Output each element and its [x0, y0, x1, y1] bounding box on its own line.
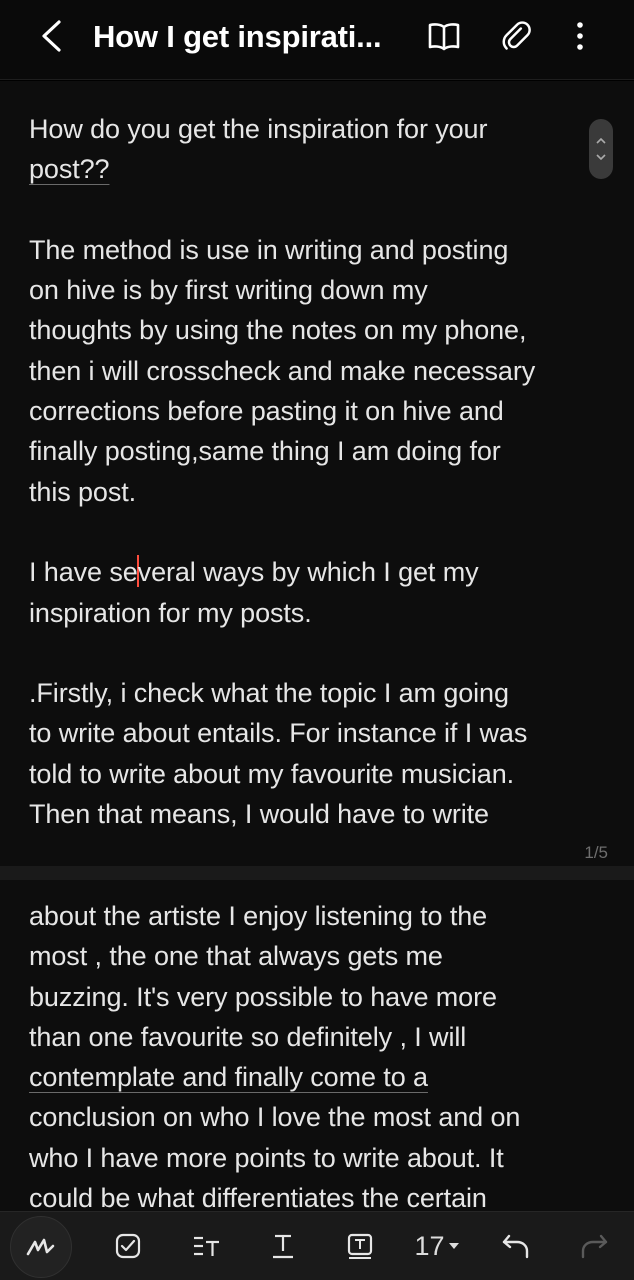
text-line-with-cursor: I have several ways by which I get my: [29, 555, 479, 588]
more-options-button[interactable]: [558, 14, 602, 58]
text-line: to write about entails. For instance if …: [29, 718, 528, 749]
text-line: who I have more points to write about. I…: [29, 1142, 504, 1173]
text-format-button[interactable]: [259, 1222, 307, 1270]
text-underline-icon: [273, 1234, 293, 1259]
reading-mode-button[interactable]: [422, 14, 466, 58]
text-line: How do you get the inspiration for your: [29, 114, 488, 144]
handwriting-button[interactable]: [10, 1216, 72, 1278]
text-line: thoughts by using the notes on my phone,: [29, 315, 527, 346]
text-box-button[interactable]: [336, 1222, 384, 1270]
note-page-1[interactable]: How do you get the inspiration for your …: [0, 81, 634, 866]
caret-down-icon: [448, 1243, 459, 1249]
more-vertical-icon: [577, 22, 583, 50]
note-page-2[interactable]: about the artiste I enjoy listening to t…: [0, 880, 634, 1211]
page-divider: [0, 866, 634, 880]
text-line: [29, 633, 609, 673]
text-box-icon: [347, 1233, 373, 1259]
pen-icon: [26, 1238, 55, 1256]
undo-icon: [502, 1234, 529, 1259]
text-line: .Firstly, i check what the topic I am go…: [29, 678, 509, 709]
text-line: Then that means, I would have to write: [29, 799, 489, 830]
text-line: The method is use in writing and posting: [29, 234, 509, 265]
font-size-selector[interactable]: 17: [406, 1222, 468, 1270]
checkbox-button[interactable]: [104, 1222, 152, 1270]
text-line: inspiration for my posts.: [29, 597, 312, 628]
page-1-text[interactable]: How do you get the inspiration for your …: [29, 109, 609, 834]
book-icon: [428, 23, 460, 51]
text-line: could be what differentiates the certain: [29, 1183, 487, 1211]
text-line: [29, 512, 609, 552]
page-2-text[interactable]: about the artiste I enjoy listening to t…: [29, 896, 609, 1211]
text-line: than one favourite so definitely , I wil…: [29, 1021, 467, 1052]
paragraph-style-button[interactable]: [182, 1222, 230, 1270]
font-size-value: 17: [414, 1230, 445, 1261]
text-cursor: [136, 555, 139, 588]
formatting-toolbar: 17: [0, 1211, 634, 1280]
notes-app: How I get inspirati... How do you get th…: [0, 0, 634, 1280]
paperclip-icon: [502, 21, 531, 50]
text-line: told to write about my favourite musicia…: [29, 758, 515, 789]
back-icon: [42, 20, 61, 52]
text-line: this post.: [29, 476, 137, 507]
text-line: post??: [29, 154, 110, 185]
chevron-up-icon: [596, 138, 606, 144]
text-line: buzzing. It's very possible to have more: [29, 981, 497, 1012]
back-button[interactable]: [30, 14, 74, 58]
scroll-thumb[interactable]: [589, 119, 613, 179]
undo-button[interactable]: [492, 1222, 540, 1270]
text-line: finally posting,same thing I am doing fo…: [29, 436, 501, 467]
text-line: contemplate and finally come to a: [29, 1062, 428, 1093]
chevron-down-icon: [596, 154, 606, 160]
checkbox-icon: [115, 1233, 141, 1259]
redo-icon: [581, 1234, 608, 1259]
text-line: then i will crosscheck and make necessar…: [29, 355, 536, 386]
note-title[interactable]: How I get inspirati...: [93, 17, 403, 57]
text-line: most , the one that always gets me: [29, 941, 443, 972]
text-line: about the artiste I enjoy listening to t…: [29, 901, 488, 931]
text-line: [29, 190, 609, 230]
text-line: conclusion on who I love the most and on: [29, 1102, 521, 1133]
text-style-icon: [194, 1236, 219, 1256]
text-line: corrections before pasting it on hive an…: [29, 396, 504, 427]
text-line: on hive is by first writing down my: [29, 275, 428, 306]
top-app-bar: How I get inspirati...: [0, 0, 634, 80]
page-indicator: 1/5: [584, 843, 608, 862]
redo-button[interactable]: [570, 1222, 618, 1270]
attach-button[interactable]: [494, 14, 538, 58]
